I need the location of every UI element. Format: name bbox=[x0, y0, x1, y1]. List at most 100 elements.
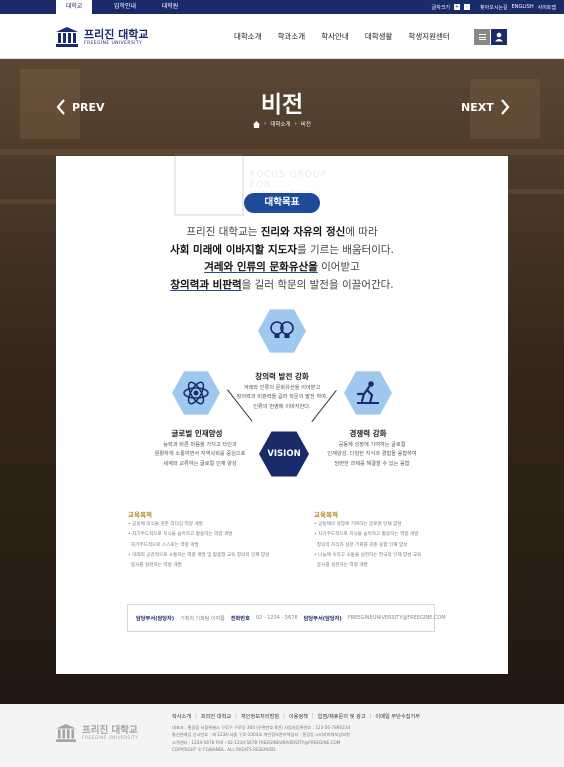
desc-line: 겨레와 인류의 문화유산을 이어받고 bbox=[243, 385, 321, 391]
content-card: FOCUS GROUP FOR INNOVATION 대학목표 프리진 대학교는… bbox=[56, 154, 508, 674]
logo-subtitle: FREEGINE UNIVERSITY bbox=[84, 41, 143, 46]
edu-item: 창의적 지식과 실천 기회를 갖춘 융합 인재 양성 bbox=[314, 541, 494, 551]
edu-item: • 미래적 공감적으로 소통하는 역량 개발 및 맞춤형 교육 창의적 인재 양… bbox=[128, 552, 270, 558]
util-tab-graduate[interactable]: 대학원 bbox=[152, 0, 188, 14]
nav-item-departments[interactable]: 학과소개 bbox=[270, 14, 314, 59]
edu-item: • 자기주도적으로 지식을 습득하고 활용하는 역량 개발 bbox=[314, 532, 419, 538]
font-size-label: 글자크기 bbox=[431, 4, 451, 11]
desc-line: 인류의 번영에 이바지한다. bbox=[253, 403, 311, 410]
breadcrumb-item-vision: 비전 bbox=[300, 122, 311, 128]
footer-link[interactable]: 이메일 무단수집거부 bbox=[375, 713, 420, 720]
goal-statement: 프리진 대학교는 진리와 자유의 정신에 따라 사회 미래에 이바지할 지도자를… bbox=[56, 224, 508, 294]
page: 대학교 입학안내 대학원 글자크기 + - 찾아오시는길 ENGLISH 사이트… bbox=[0, 0, 564, 767]
desc-line: 원활하게 소통하면서 지역사회를 중심으로 bbox=[154, 451, 246, 458]
edu-list-left: • 공동체 의식을 갖춘 리더십 역량 개발 • 자기주도적으로 지식을 습득하… bbox=[128, 520, 308, 571]
goal-highlight: 겨레와 인류의 문화유산을 bbox=[204, 261, 318, 273]
site-logo[interactable]: 프리진 대학교 FREEGINE UNIVERSITY bbox=[56, 24, 149, 50]
edu-item-text: 나눔에 속하고 소통을 실천하는 한국적 인재 양성 교육 bbox=[318, 552, 422, 558]
edu-item: 봉사를 실천하는 역량 개발 bbox=[128, 561, 308, 571]
edu-item: 자기주도적으로 스스로는 역량 개발 bbox=[128, 541, 308, 551]
edu-item: 봉사를 실천하는 역량 개발 bbox=[314, 561, 494, 571]
footer-link[interactable]: 이용정책 bbox=[289, 713, 308, 720]
nav-item-academics[interactable]: 학사안내 bbox=[313, 14, 357, 59]
edu-title-right: 교육목적 bbox=[314, 511, 338, 519]
vision-desc-global: 능력과 바른 마음을 가지고 타인과 원활하게 소통하면서 지역사회를 중심으로… bbox=[130, 441, 270, 469]
contact-dept-label: 담당부서(담당자) bbox=[136, 615, 175, 622]
university-building-icon bbox=[56, 27, 78, 47]
edu-title-left: 교육목적 bbox=[128, 511, 152, 519]
goal-highlight: 창의력과 비판력 bbox=[170, 278, 242, 291]
user-button[interactable] bbox=[491, 29, 507, 45]
breadcrumb: › 대학소개 › 비전 bbox=[0, 120, 564, 128]
watermark-line: FOCUS GROUP bbox=[250, 170, 328, 180]
util-tab-university[interactable]: 대학교 bbox=[56, 0, 92, 14]
next-button[interactable]: NEXT bbox=[461, 99, 510, 115]
footer-info-line: 통신판매업 신고번호 : 제 1234-서울 구로-1004호 개인정보관리책임… bbox=[172, 732, 350, 738]
goal-highlight: 사회 미래에 이바지할 지도자 bbox=[170, 243, 297, 256]
footer-info: 대표자 : 홍길동 서울특별시 구로구 구로동 300 (우편번호 6번) 사업… bbox=[172, 724, 350, 754]
goal-highlight: 진리와 자유의 정신 bbox=[260, 226, 346, 238]
footer-logo: 프리진 대학교 FREEGINE UNIVERSITY bbox=[56, 724, 138, 742]
footer-copyright: COPYRIGHT © FGIBANDL. ALL RIGHTS RESERVE… bbox=[172, 747, 277, 753]
chevron-right-icon: › bbox=[294, 121, 297, 127]
goal-text: 를 기르는 배움터이다. bbox=[296, 243, 394, 256]
edu-item-text: 봉사를 실천하는 역량 개발 bbox=[316, 563, 368, 569]
site-header: 프리진 대학교 FREEGINE UNIVERSITY 대학소개 학과소개 학사… bbox=[0, 14, 564, 59]
edu-item-text: 공동체 의식을 갖춘 리더십 역량 개발 bbox=[132, 522, 203, 527]
desc-line: 인재양성, 다양한 지식과 경험을 융합하여 bbox=[327, 451, 417, 458]
desc-line: 세계와 교류하는 글로컬 인재 양성 bbox=[163, 460, 237, 467]
nav-item-student-support[interactable]: 학생지원센터 bbox=[400, 14, 457, 59]
footer-info-line: 고객센터 : 1234-5678 FAX : 02-1234-5678 FREE… bbox=[172, 739, 341, 745]
sitemap-link[interactable]: 사이트맵 bbox=[538, 4, 556, 11]
edu-item-text: 봉사를 실천하는 역량 개발 bbox=[130, 563, 182, 569]
lightbulb-icon bbox=[270, 321, 294, 338]
next-label: NEXT bbox=[461, 100, 494, 114]
footer-nav: 학사소개 | 프리진 대학교 | 개인정보처리방침 | 이용정책 | 입점/제휴문의 및… bbox=[172, 713, 421, 720]
desc-line: 창의력과 비판력을 길러 학문의 발전 하여, bbox=[236, 394, 328, 401]
chevron-left-icon bbox=[56, 99, 65, 115]
logo-name: 프리진 대학교 bbox=[84, 28, 149, 41]
nav-item-about[interactable]: 대학소개 bbox=[226, 14, 270, 59]
util-links: 글자크기 + - 찾아오시는길 ENGLISH 사이트맵 bbox=[432, 0, 556, 14]
goal-text: 을 길러 학문의 발전을 이끌어간다. bbox=[241, 278, 394, 291]
english-link[interactable]: ENGLISH bbox=[512, 4, 534, 10]
font-decrease-button[interactable]: - bbox=[464, 4, 471, 10]
edu-list-right: • 공동체의 성장에 기여하는 글로컬 인재 양성 • 자기주도적으로 지식을 … bbox=[314, 520, 494, 571]
edu-item-text: 미래적 공감적으로 소통하는 역량 개발 및 맞춤형 교육 창의적 인재 양성 bbox=[132, 552, 270, 558]
vision-title-global: 글로벌 인재양성 bbox=[171, 429, 223, 438]
chevron-right-icon: › bbox=[264, 121, 267, 127]
runner-icon bbox=[356, 381, 379, 405]
edu-item: • 공동체 의식을 갖춘 리더십 역량 개발 bbox=[128, 522, 203, 527]
footer-link[interactable]: 입점/제휴문의 및 광고 bbox=[318, 713, 366, 720]
desc-line: 공동체 성장에 기여하는 글로컬 bbox=[338, 442, 406, 448]
utility-bar: 대학교 입학안내 대학원 글자크기 + - 찾아오시는길 ENGLISH 사이트… bbox=[0, 0, 564, 14]
footer-link[interactable]: 학사소개 bbox=[172, 713, 191, 720]
contact-phone-value: 02 - 1234 - 5678 bbox=[255, 615, 298, 621]
goal-text: 이어받고 bbox=[317, 261, 360, 273]
site-footer: 프리진 대학교 FREEGINE UNIVERSITY 학사소개 | 프리진 대학… bbox=[0, 704, 564, 767]
breadcrumb-item-about[interactable]: 대학소개 bbox=[270, 120, 290, 128]
footer-logo-subtitle: FREEGINE UNIVERSITY bbox=[82, 736, 139, 741]
footer-info-line: 대표자 : 홍길동 서울특별시 구로구 구로동 300 (우편번호 6번) 사업… bbox=[172, 725, 351, 730]
desc-line: 당면한 과제를 해결할 수 있는 융합 bbox=[334, 460, 410, 467]
directions-link[interactable]: 찾아오시는길 bbox=[480, 4, 508, 11]
vision-hex-creativity bbox=[258, 309, 306, 353]
vision-title-creativity: 창의력 발전 강화 bbox=[255, 372, 309, 381]
vision-hex-global bbox=[172, 371, 220, 415]
footer-link[interactable]: 프리진 대학교 bbox=[201, 713, 231, 720]
contact-email-value[interactable]: FREEGINEUNIVERSITY@FREEGINE.COM bbox=[348, 615, 446, 621]
edu-item-text: 공동체의 성장에 기여하는 글로컬 인재 양성 bbox=[318, 522, 402, 527]
vision-desc-competitive: 공동체 성장에 기여하는 글로컬 인재양성, 다양한 지식과 경험을 융합하여 … bbox=[304, 441, 440, 469]
contact-dept2-label: 담당부서(담당자) bbox=[303, 615, 342, 622]
contact-dept-value: 기획처 기획팀 이여름 bbox=[180, 615, 225, 622]
footer-link[interactable]: 개인정보처리방침 bbox=[241, 713, 279, 720]
nav-item-campus-life[interactable]: 대학생활 bbox=[357, 14, 401, 59]
footer-logo-name: 프리진 대학교 bbox=[82, 725, 138, 736]
prev-button[interactable]: PREV bbox=[56, 99, 105, 115]
edu-item-text: 자기주도적으로 지식을 습득하고 활용하는 역량 개발 bbox=[132, 532, 233, 538]
font-increase-button[interactable]: + bbox=[454, 4, 461, 10]
util-tab-admission[interactable]: 입학안내 bbox=[104, 0, 146, 14]
menu-button[interactable] bbox=[474, 29, 490, 45]
main-nav: 대학소개 학과소개 학사안내 대학생활 학생지원센터 bbox=[226, 14, 458, 59]
home-icon[interactable] bbox=[253, 120, 261, 128]
